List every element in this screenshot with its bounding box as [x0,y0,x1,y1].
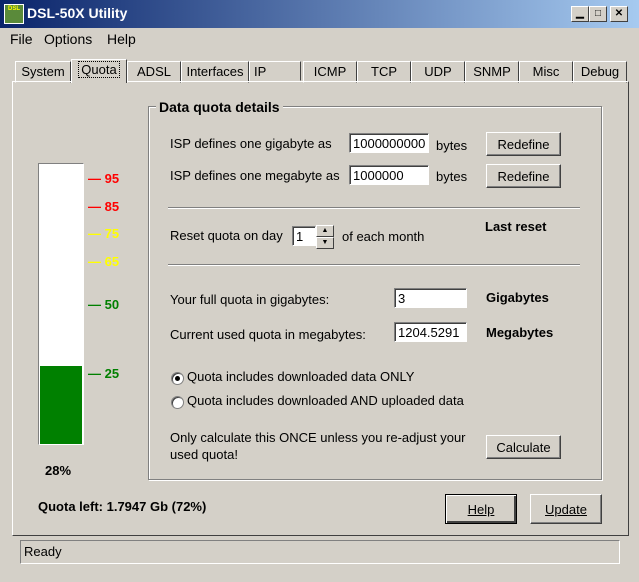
tab-debug[interactable]: Debug [573,61,627,83]
tab-interfaces[interactable]: Interfaces [181,61,249,83]
menu-file[interactable]: File [10,31,33,47]
tab-panel [12,81,629,536]
menu-bar [0,28,639,50]
close-button[interactable]: ✕ [610,6,628,22]
status-text: Ready [24,544,62,559]
tab-tcp[interactable]: TCP [357,61,411,83]
tab-icmp[interactable]: ICMP [303,61,357,83]
menu-options[interactable]: Options [44,31,92,47]
maximize-button[interactable]: □ [589,6,607,22]
status-bar [20,540,620,564]
group-title: Data quota details [156,99,283,115]
tab-snmp[interactable]: SNMP [465,61,519,83]
window-title: DSL-50X Utility [27,5,128,21]
tab-ip[interactable]: IP [249,61,301,81]
minimize-button[interactable]: ▁ [571,6,589,22]
tab-udp[interactable]: UDP [411,61,465,83]
app-icon[interactable]: DSL [4,4,24,24]
tab-system[interactable]: System [15,61,71,83]
tab-quota[interactable]: Quota [71,59,127,83]
tab-adsl[interactable]: ADSL [127,61,181,83]
menu-help[interactable]: Help [107,31,136,47]
tab-misc[interactable]: Misc [519,61,573,83]
